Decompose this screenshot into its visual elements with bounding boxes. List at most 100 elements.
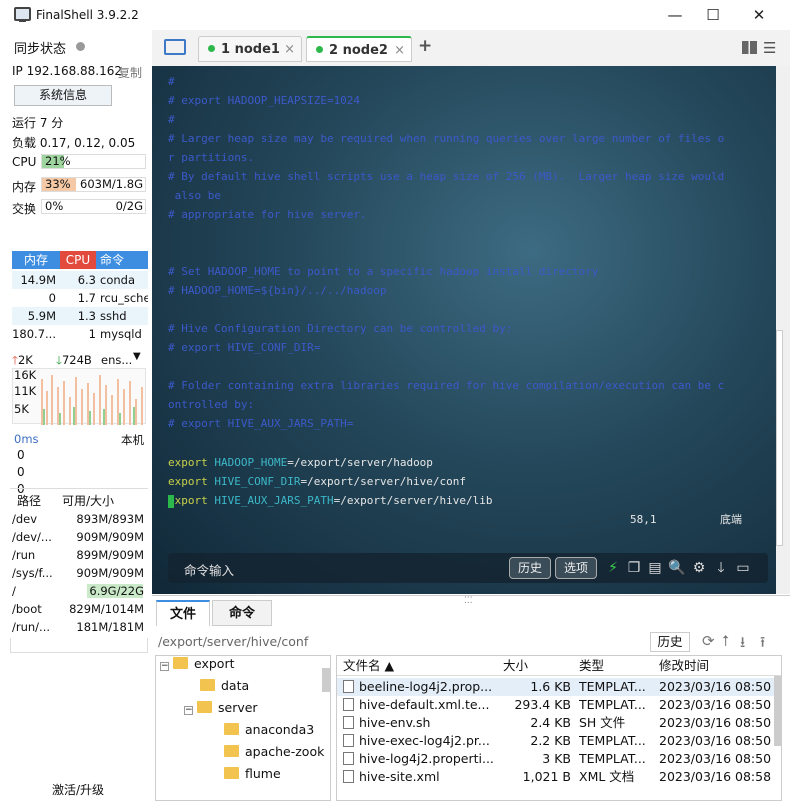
file-type: SH 文件 — [579, 715, 626, 730]
disk-size: 909M/909M — [76, 566, 144, 580]
grid-view-icon[interactable] — [742, 41, 757, 54]
ping-value: 0 — [17, 465, 25, 479]
col-header-size[interactable]: 大小 — [503, 656, 573, 676]
process-row[interactable]: 0 1.7 rcu_sche — [12, 289, 148, 307]
path-history-button[interactable]: 历史 — [650, 632, 690, 652]
col-header-modified[interactable]: 修改时间 — [659, 656, 779, 676]
disk-header-path[interactable]: 路径 — [17, 492, 41, 509]
tree-node-anaconda3[interactable]: anaconda3 — [224, 720, 314, 740]
disk-row[interactable]: /boot 829M/1014M — [12, 600, 148, 618]
disk-row[interactable]: /dev 893M/893M — [12, 510, 148, 528]
disk-row[interactable]: /run 899M/909M — [12, 546, 148, 564]
collapse-icon[interactable]: − — [160, 662, 169, 671]
net-interface-select[interactable]: ens... — [101, 353, 132, 367]
disk-path: /boot — [12, 602, 42, 616]
tree-node-apache-zookeeper[interactable]: apache-zook — [224, 742, 324, 762]
search-icon[interactable]: 🔍 — [668, 559, 686, 577]
disk-row[interactable]: /sys/f... 909M/909M — [12, 564, 148, 582]
terminal-line: # export HIVE_AUX_JARS_PATH= — [168, 417, 354, 430]
collapse-icon[interactable]: − — [184, 706, 193, 715]
process-cmd: conda — [100, 273, 135, 287]
file-name: hive-exec-log4j2.pr... — [359, 733, 490, 748]
disk-size: 829M/1014M — [69, 602, 144, 616]
tree-node-flume[interactable]: flume — [224, 764, 281, 784]
history-button[interactable]: 历史 — [509, 557, 551, 579]
sync-status-dot-icon — [76, 42, 85, 51]
current-path[interactable]: /export/server/hive/conf — [158, 634, 308, 649]
file-list-header: 文件名 ▲ 大小 类型 修改时间 — [337, 656, 781, 676]
upload-icon[interactable]: ⭱ — [760, 632, 765, 657]
disk-row[interactable]: / 6.9G/22G — [12, 582, 148, 600]
menu-icon[interactable]: ☰ — [763, 39, 776, 57]
sync-status-label: 同步状态 — [14, 42, 67, 57]
tree-node-export[interactable]: − export — [160, 656, 235, 674]
activate-upgrade-link[interactable]: 激活/升级 — [52, 781, 104, 798]
proc-header-cpu[interactable]: CPU — [60, 251, 96, 269]
file-row[interactable]: hive-env.sh 2.4 KB SH 文件 2023/03/16 08:5… — [337, 714, 781, 732]
tab-node1[interactable]: 1 node1 × — [198, 36, 302, 62]
open-folder-icon[interactable] — [164, 39, 186, 55]
terminal-scrollbar[interactable] — [776, 66, 790, 594]
arrow-down-icon[interactable]: 🡓 — [712, 559, 730, 577]
file-list-scrollbar-thumb[interactable] — [774, 676, 781, 746]
maximize-button[interactable]: ☐ — [690, 0, 736, 30]
file-row[interactable]: hive-default.xml.te... 293.4 KB TEMPLAT.… — [337, 696, 781, 714]
terminal-export-line: export HADOOP_HOME=/export/server/hadoop — [168, 456, 433, 469]
file-row[interactable]: hive-site.xml 1,021 B XML 文档 2023/03/16 … — [337, 768, 781, 786]
tree-node-data[interactable]: data — [200, 676, 249, 696]
copy-ip-button[interactable]: 复制 — [118, 64, 142, 81]
terminal-output[interactable]: # # export HADOOP_HEAPSIZE=1024 # # Larger … — [152, 66, 782, 594]
tree-node-server[interactable]: − server — [184, 698, 258, 718]
disk-row[interactable]: /run/... 181M/181M — [12, 618, 148, 636]
command-input[interactable]: 命令输入 — [184, 560, 234, 579]
file-name-cell: hive-default.xml.te... — [343, 696, 493, 714]
tree-label: data — [221, 678, 250, 693]
ip-address: IP 192.168.88.162 — [12, 64, 123, 78]
process-mem: 14.9M — [20, 273, 56, 287]
process-row[interactable]: 180.7... 1 mysqld — [12, 325, 148, 343]
file-row[interactable]: hive-log4j2.properti... 3 KB TEMPLAT... … — [337, 750, 781, 768]
scrollbar-thumb[interactable] — [776, 330, 783, 546]
resize-grip-icon[interactable]: ⁚⁚⁚ — [464, 596, 473, 606]
close-window-button[interactable]: ✕ — [736, 0, 782, 30]
download-icon[interactable]: ⭳ — [740, 632, 745, 657]
options-button[interactable]: 选项 — [555, 557, 597, 579]
add-tab-button[interactable]: + — [418, 36, 432, 56]
process-row[interactable]: 5.9M 1.3 sshd — [12, 307, 148, 325]
terminal-line: # Folder containing extra libraries requ… — [168, 379, 725, 392]
file-row[interactable]: beeline-log4j2.prop... 1.6 KB TEMPLAT...… — [337, 678, 781, 696]
close-tab-icon[interactable]: × — [394, 38, 405, 64]
disk-row[interactable]: /dev/... 909M/909M — [12, 528, 148, 546]
close-tab-icon[interactable]: × — [284, 37, 295, 63]
folder-icon — [224, 745, 239, 757]
col-header-type[interactable]: 类型 — [579, 656, 655, 676]
gear-icon[interactable]: ⚙ — [690, 559, 708, 577]
paste-icon[interactable]: ▤ — [646, 559, 664, 577]
proc-header-cmd[interactable]: 命令 — [96, 251, 148, 269]
disk-header-size[interactable]: 可用/大小 — [62, 492, 114, 509]
terminal-line: # — [168, 75, 175, 88]
file-row[interactable]: hive-exec-log4j2.pr... 2.2 KB TEMPLAT...… — [337, 732, 781, 750]
go-up-icon[interactable]: ⭡ — [722, 632, 729, 650]
window-icon[interactable]: ▭ — [734, 559, 752, 577]
tab-commands[interactable]: 命令 — [212, 600, 272, 626]
lightning-icon[interactable]: ⚡ — [604, 559, 622, 577]
copy-icon[interactable]: ❐ — [625, 559, 643, 577]
proc-header-mem[interactable]: 内存 — [12, 251, 60, 269]
ping-latency: 0ms — [14, 432, 39, 446]
col-header-name[interactable]: 文件名 ▲ — [343, 656, 493, 676]
disk-size: 899M/909M — [76, 548, 144, 562]
system-info-button[interactable]: 系统信息 — [14, 85, 112, 106]
refresh-icon[interactable]: ⟳ — [702, 632, 715, 650]
tree-scrollbar-thumb[interactable] — [322, 668, 330, 692]
disk-size: 909M/909M — [76, 530, 144, 544]
tab-node2[interactable]: 2 node2 × — [306, 36, 412, 62]
process-row[interactable]: 14.9M 6.3 conda — [12, 271, 148, 289]
process-cmd: sshd — [100, 309, 127, 323]
tab-files[interactable]: 文件 — [156, 600, 210, 626]
file-name: hive-env.sh — [359, 715, 431, 730]
tab-node2-label: 2 node2 — [329, 43, 388, 58]
chevron-down-icon[interactable]: ▼ — [133, 351, 141, 362]
disk-size: 893M/893M — [76, 512, 144, 526]
ping-host-select[interactable]: 本机 — [121, 432, 144, 448]
